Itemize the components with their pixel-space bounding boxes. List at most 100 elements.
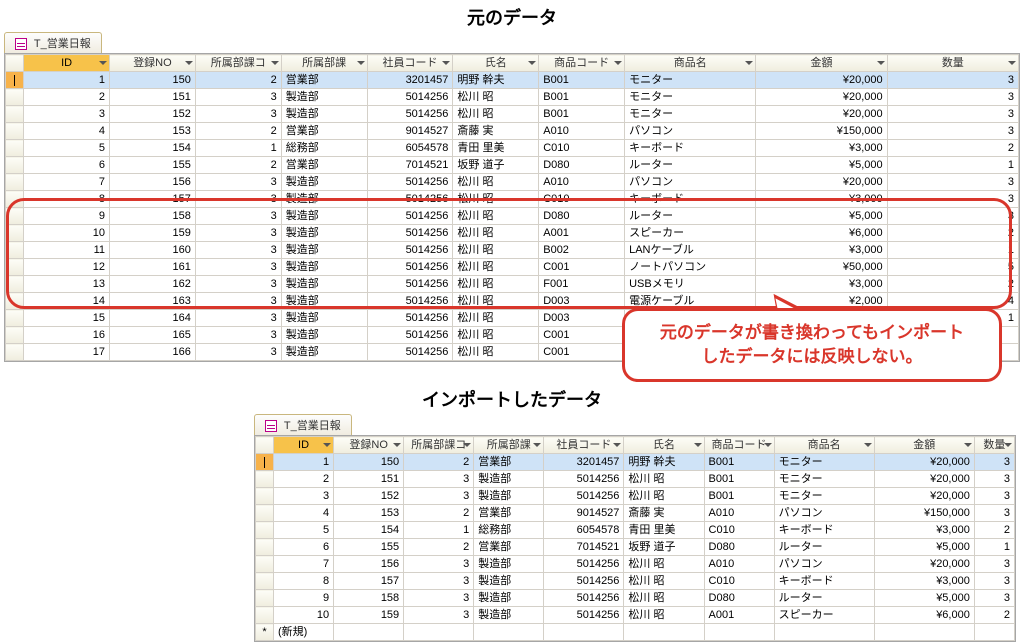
cell-deptcode[interactable]: 3 bbox=[404, 556, 474, 573]
cell-id[interactable]: 9 bbox=[24, 208, 110, 225]
cell-name[interactable]: 松川 昭 bbox=[453, 276, 539, 293]
cell-dept[interactable]: 営業部 bbox=[281, 157, 367, 174]
cell-deptcode[interactable]: 3 bbox=[195, 344, 281, 361]
cell-amount[interactable]: ¥3,000 bbox=[756, 191, 887, 208]
cell-amount[interactable]: ¥3,000 bbox=[874, 522, 974, 539]
cell-pname[interactable]: 電源ケーブル bbox=[625, 293, 756, 310]
cell-emp[interactable]: 5014256 bbox=[544, 556, 624, 573]
cell-name[interactable]: 松川 昭 bbox=[453, 174, 539, 191]
cell-pname[interactable]: パソコン bbox=[774, 556, 874, 573]
cell-dept[interactable]: 製造部 bbox=[281, 276, 367, 293]
col-header[interactable]: 商品コード bbox=[704, 437, 774, 454]
cell-pname[interactable]: キーボード bbox=[774, 573, 874, 590]
cell-empty[interactable] bbox=[334, 624, 404, 641]
cell-id[interactable]: 2 bbox=[24, 89, 110, 106]
cell-dept[interactable]: 製造部 bbox=[281, 242, 367, 259]
bottom-grid[interactable]: ID登録NO所属部課コ所属部課社員コード氏名商品コード商品名金額数量11502営… bbox=[254, 435, 1016, 642]
cell-emp[interactable]: 5014256 bbox=[367, 225, 453, 242]
cell-pname[interactable]: モニター bbox=[774, 471, 874, 488]
dropdown-icon[interactable] bbox=[613, 443, 621, 447]
cell-reg[interactable]: 151 bbox=[334, 471, 404, 488]
row-selector[interactable] bbox=[6, 89, 24, 106]
cell-amount[interactable]: ¥6,000 bbox=[874, 607, 974, 624]
cell-dept[interactable]: 製造部 bbox=[281, 191, 367, 208]
cell-reg[interactable]: 156 bbox=[334, 556, 404, 573]
cell-dept[interactable]: 製造部 bbox=[281, 106, 367, 123]
dropdown-icon[interactable] bbox=[614, 61, 622, 65]
cell-pcode[interactable]: F001 bbox=[539, 276, 625, 293]
cell-dept[interactable]: 製造部 bbox=[281, 174, 367, 191]
cell-id[interactable]: 4 bbox=[24, 123, 110, 140]
cell-id[interactable]: 7 bbox=[24, 174, 110, 191]
cell-pcode[interactable]: B002 bbox=[539, 242, 625, 259]
table-row[interactable]: 101593製造部5014256松川 昭A001スピーカー¥6,0002 bbox=[256, 607, 1015, 624]
cell-deptcode[interactable]: 3 bbox=[195, 174, 281, 191]
cell-pcode[interactable]: D080 bbox=[539, 208, 625, 225]
cell-reg[interactable]: 154 bbox=[334, 522, 404, 539]
col-header[interactable]: 金額 bbox=[874, 437, 974, 454]
cell-name[interactable]: 松川 昭 bbox=[453, 225, 539, 242]
cell-name[interactable]: 松川 昭 bbox=[453, 259, 539, 276]
table-row[interactable]: 131623製造部5014256松川 昭F001USBメモリ¥3,0002 bbox=[6, 276, 1019, 293]
cell-name[interactable]: 松川 昭 bbox=[453, 242, 539, 259]
cell-pcode[interactable]: B001 bbox=[704, 454, 774, 471]
cell-pname[interactable]: LANケーブル bbox=[625, 242, 756, 259]
cell-dept[interactable]: 営業部 bbox=[474, 505, 544, 522]
dropdown-icon[interactable] bbox=[185, 61, 193, 65]
cell-name[interactable]: 松川 昭 bbox=[453, 293, 539, 310]
cell-id[interactable]: 15 bbox=[24, 310, 110, 327]
cell-amount[interactable]: ¥5,000 bbox=[874, 590, 974, 607]
row-selector[interactable] bbox=[256, 488, 274, 505]
dropdown-icon[interactable] bbox=[528, 61, 536, 65]
dropdown-icon[interactable] bbox=[694, 443, 702, 447]
cell-pname[interactable]: キーボード bbox=[625, 191, 756, 208]
table-row[interactable]: 11502営業部3201457明野 幹夫B001モニター¥20,0003 bbox=[6, 72, 1019, 89]
cell-reg[interactable]: 159 bbox=[334, 607, 404, 624]
cell-emp[interactable]: 5014256 bbox=[367, 259, 453, 276]
row-selector[interactable] bbox=[6, 123, 24, 140]
cell-id[interactable]: 5 bbox=[24, 140, 110, 157]
cell-qty[interactable]: 2 bbox=[974, 607, 1014, 624]
dropdown-icon[interactable] bbox=[99, 61, 107, 65]
row-selector[interactable] bbox=[256, 556, 274, 573]
table-row[interactable]: 71563製造部5014256松川 昭A010パソコン¥20,0003 bbox=[256, 556, 1015, 573]
row-selector[interactable] bbox=[6, 310, 24, 327]
cell-pcode[interactable]: C010 bbox=[539, 191, 625, 208]
cell-id[interactable]: 17 bbox=[24, 344, 110, 361]
bottom-tab[interactable]: T_営業日報 bbox=[254, 414, 352, 435]
row-selector[interactable] bbox=[6, 191, 24, 208]
cell-emp[interactable]: 5014256 bbox=[544, 488, 624, 505]
cell-name[interactable]: 松川 昭 bbox=[624, 607, 704, 624]
cell-pcode[interactable]: D003 bbox=[539, 310, 625, 327]
table-row[interactable]: 101593製造部5014256松川 昭A001スピーカー¥6,0002 bbox=[6, 225, 1019, 242]
table-row[interactable]: 141633製造部5014256松川 昭D003電源ケーブル¥2,0004 bbox=[6, 293, 1019, 310]
row-selector[interactable] bbox=[256, 505, 274, 522]
col-header[interactable]: 登録NO bbox=[334, 437, 404, 454]
cell-dept[interactable]: 営業部 bbox=[474, 539, 544, 556]
cell-emp[interactable]: 5014256 bbox=[367, 174, 453, 191]
cell-dept[interactable]: 製造部 bbox=[281, 310, 367, 327]
cell-pcode[interactable]: D080 bbox=[704, 590, 774, 607]
cell-name[interactable]: 明野 幹夫 bbox=[453, 72, 539, 89]
dropdown-icon[interactable] bbox=[442, 61, 450, 65]
cell-reg[interactable]: 158 bbox=[110, 208, 196, 225]
cell-emp[interactable]: 5014256 bbox=[544, 573, 624, 590]
col-header[interactable]: 登録NO bbox=[110, 55, 196, 72]
cell-pcode[interactable]: A010 bbox=[704, 505, 774, 522]
cell-pname[interactable]: パソコン bbox=[625, 123, 756, 140]
cell-qty[interactable]: 3 bbox=[974, 488, 1014, 505]
cell-qty[interactable]: 3 bbox=[974, 505, 1014, 522]
table-row[interactable]: 71563製造部5014256松川 昭A010パソコン¥20,0003 bbox=[6, 174, 1019, 191]
cell-qty[interactable]: 1 bbox=[887, 242, 1018, 259]
cell-deptcode[interactable]: 2 bbox=[404, 454, 474, 471]
cell-empty[interactable] bbox=[624, 624, 704, 641]
row-selector[interactable] bbox=[6, 106, 24, 123]
dropdown-icon[interactable] bbox=[877, 61, 885, 65]
cell-pcode[interactable]: A010 bbox=[539, 123, 625, 140]
cell-dept[interactable]: 製造部 bbox=[281, 293, 367, 310]
cell-deptcode[interactable]: 1 bbox=[404, 522, 474, 539]
cell-id[interactable]: 8 bbox=[274, 573, 334, 590]
cell-reg[interactable]: 157 bbox=[334, 573, 404, 590]
col-header[interactable]: 商品名 bbox=[774, 437, 874, 454]
dropdown-icon[interactable] bbox=[463, 443, 471, 447]
